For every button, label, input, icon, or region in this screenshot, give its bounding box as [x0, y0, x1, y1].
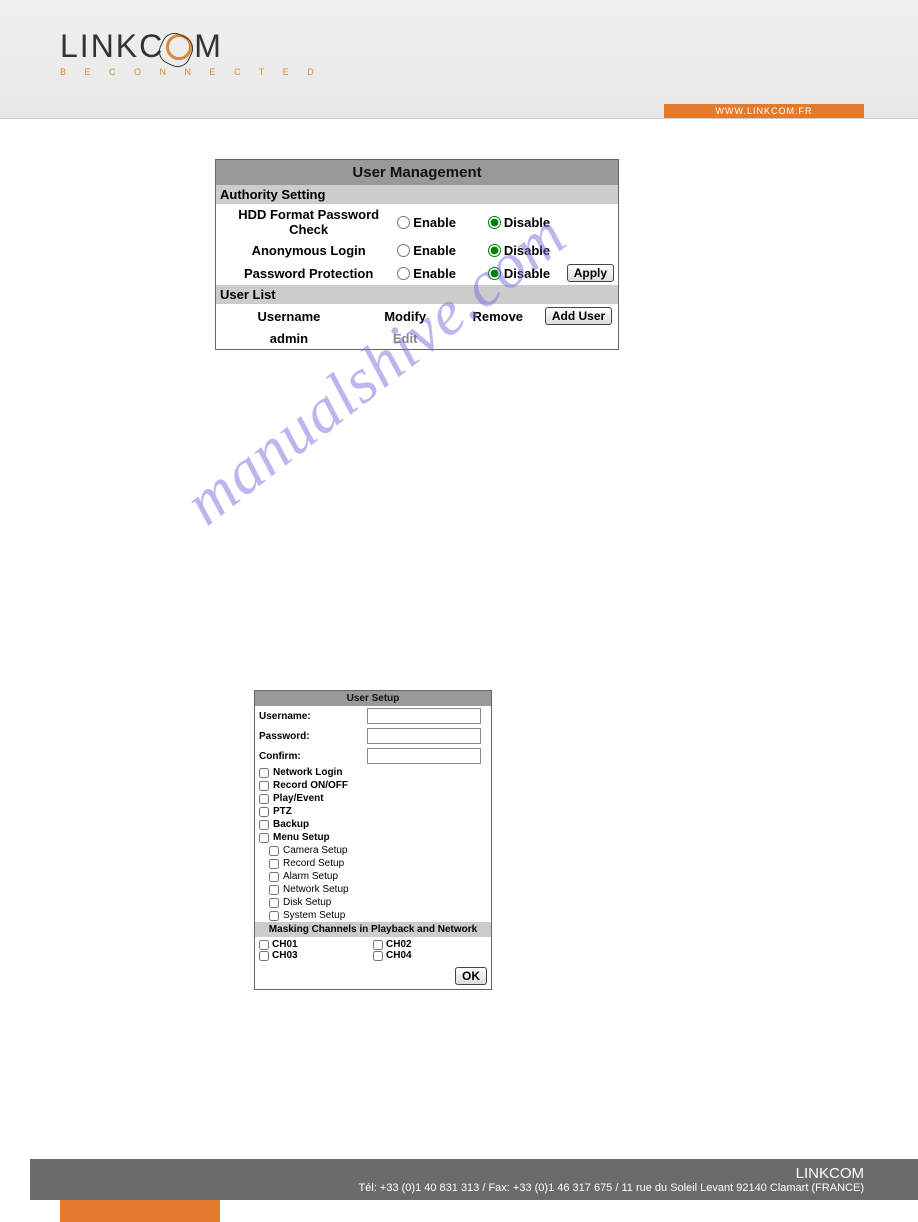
- chk-backup[interactable]: [259, 820, 269, 830]
- authority-heading: Authority Setting: [216, 185, 618, 204]
- user-management-panel: User Management Authority Setting HDD Fo…: [215, 159, 619, 350]
- header-url: WWW.LINKCOM.FR: [664, 104, 864, 118]
- chk-camera-setup[interactable]: [269, 846, 279, 856]
- auth-label: Anonymous Login: [220, 243, 397, 258]
- logo: LINKC M B E C O N N E C T E D: [60, 28, 858, 77]
- chk-menu-setup[interactable]: [259, 833, 269, 843]
- footer-info: LINKCOM Tél: +33 (0)1 40 831 313 / Fax: …: [30, 1159, 918, 1200]
- user-row: admin Edit: [216, 328, 618, 349]
- perm-backup: Backup: [255, 818, 491, 831]
- auth-label: HDD Format Password Check: [220, 207, 397, 237]
- userlist-heading: User List: [216, 285, 618, 304]
- password-input[interactable]: [367, 728, 481, 744]
- username-row: Username:: [255, 706, 491, 726]
- confirm-label: Confirm:: [259, 751, 317, 762]
- perm-disk-setup: Disk Setup: [255, 896, 491, 909]
- user-setup-panel: User Setup Username: Password: Confirm: …: [254, 690, 492, 990]
- confirm-input[interactable]: [367, 748, 481, 764]
- chk-system-setup[interactable]: [269, 911, 279, 921]
- logo-tagline: B E C O N N E C T E D: [60, 67, 858, 77]
- chk-ch02[interactable]: [373, 940, 383, 950]
- hdd-disable-radio[interactable]: [488, 216, 501, 229]
- col-modify: Modify: [358, 309, 453, 324]
- chk-record-setup[interactable]: [269, 859, 279, 869]
- auth-row-anon: Anonymous Login Enable Disable: [216, 240, 618, 261]
- perm-network-login: Network Login: [255, 766, 491, 779]
- brand-post: M: [194, 28, 223, 65]
- logo-o-icon: [166, 34, 192, 60]
- chk-ch01[interactable]: [259, 940, 269, 950]
- add-user-button[interactable]: Add User: [545, 307, 612, 325]
- chk-ch04[interactable]: [373, 951, 383, 961]
- perm-ptz: PTZ: [255, 805, 491, 818]
- panel2-title: User Setup: [255, 691, 491, 706]
- col-remove: Remove: [452, 309, 543, 324]
- perm-record-onoff: Record ON/OFF: [255, 779, 491, 792]
- anon-disable-radio[interactable]: [488, 244, 501, 257]
- chk-network-setup[interactable]: [269, 885, 279, 895]
- auth-row-hdd: HDD Format Password Check Enable Disable: [216, 204, 618, 240]
- perm-network-setup: Network Setup: [255, 883, 491, 896]
- chk-play-event[interactable]: [259, 794, 269, 804]
- username-label: Username:: [259, 711, 317, 722]
- userlist-header: Username Modify Remove Add User: [216, 304, 618, 328]
- perm-camera-setup: Camera Setup: [255, 844, 491, 857]
- channel-grid: CH01 CH02 CH03 CH04: [255, 937, 491, 963]
- chk-disk-setup[interactable]: [269, 898, 279, 908]
- pwd-disable-radio[interactable]: [488, 267, 501, 280]
- footer-contact: Tél: +33 (0)1 40 831 313 / Fax: +33 (0)1…: [359, 1182, 864, 1194]
- footer-accent: [60, 1200, 220, 1222]
- mask-heading: Masking Channels in Playback and Network: [255, 922, 491, 937]
- perm-menu-setup: Menu Setup: [255, 831, 491, 844]
- edit-link[interactable]: Edit: [358, 331, 453, 346]
- page-footer: LINKCOM Tél: +33 (0)1 40 831 313 / Fax: …: [0, 1159, 918, 1222]
- password-row: Password:: [255, 726, 491, 746]
- brand-pre: LINKC: [60, 28, 164, 65]
- apply-button[interactable]: Apply: [567, 264, 614, 282]
- perm-alarm-setup: Alarm Setup: [255, 870, 491, 883]
- chk-ptz[interactable]: [259, 807, 269, 817]
- perm-record-setup: Record Setup: [255, 857, 491, 870]
- anon-enable-radio[interactable]: [397, 244, 410, 257]
- ok-button[interactable]: OK: [455, 967, 487, 985]
- perm-system-setup: System Setup: [255, 909, 491, 922]
- perm-play-event: Play/Event: [255, 792, 491, 805]
- confirm-row: Confirm:: [255, 746, 491, 766]
- username-input[interactable]: [367, 708, 481, 724]
- auth-row-pwd: Password Protection Enable Disable Apply: [216, 261, 618, 285]
- chk-record-onoff[interactable]: [259, 781, 269, 791]
- chk-network-login[interactable]: [259, 768, 269, 778]
- logo-text: LINKC M: [60, 28, 858, 65]
- chk-ch03[interactable]: [259, 951, 269, 961]
- col-username: Username: [220, 309, 358, 324]
- panel-title: User Management: [216, 160, 618, 185]
- chk-alarm-setup[interactable]: [269, 872, 279, 882]
- password-label: Password:: [259, 731, 317, 742]
- content: User Management Authority Setting HDD Fo…: [0, 119, 918, 1139]
- auth-label: Password Protection: [220, 266, 397, 281]
- footer-company: LINKCOM: [30, 1165, 864, 1182]
- hdd-enable-radio[interactable]: [397, 216, 410, 229]
- pwd-enable-radio[interactable]: [397, 267, 410, 280]
- page-header: LINKC M B E C O N N E C T E D WWW.LINKCO…: [0, 0, 918, 119]
- user-name: admin: [220, 331, 358, 346]
